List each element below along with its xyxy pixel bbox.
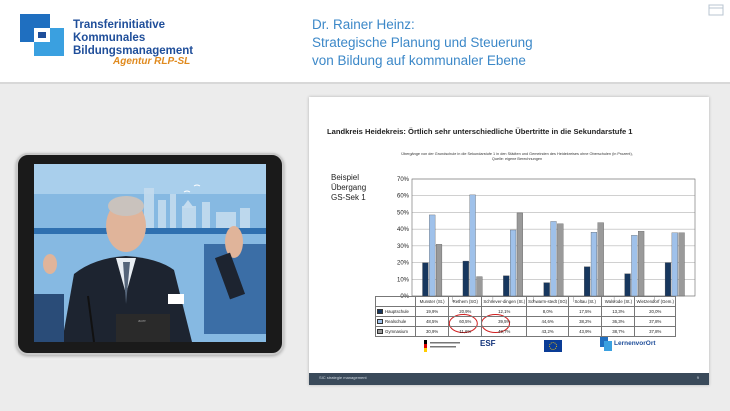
table-value-cell: 13,3% — [601, 306, 636, 317]
table-value-cell: 17,5% — [568, 306, 603, 317]
legend-swatch — [377, 329, 383, 335]
table-value-cell: 38,7% — [601, 326, 636, 337]
bar-realschule-0 — [429, 214, 436, 297]
table-category-cell: Schwarm-stedt (SG) — [526, 296, 570, 307]
table-value-cell: 30,9% — [414, 326, 450, 337]
talk-title-line-1: Dr. Rainer Heinz: — [312, 17, 415, 32]
table-series-cell: Realschule — [375, 316, 416, 327]
y-tick-label: 20% — [397, 261, 410, 267]
data-table: Munster (St.) Rethem (SG) Schnever-dingen … — [375, 296, 676, 337]
logo-line-1: Transferinitiative — [73, 19, 166, 31]
federal-ministry-logo-icon — [424, 340, 460, 352]
lernen-vor-ort-logo: LernenvorOrt — [614, 340, 656, 347]
y-tick-label: 30% — [397, 244, 410, 250]
table-value-cell: 49,7% — [481, 326, 528, 337]
footer-page-number: 9 — [696, 375, 699, 380]
bar-hauptschule-4 — [584, 266, 591, 297]
table-category-cell: Walsrode (St.) — [601, 296, 636, 307]
bar-hauptschule-2 — [503, 275, 510, 297]
table-value-cell: 60,5% — [448, 316, 483, 327]
bar-gymnasium-1 — [476, 276, 483, 297]
video-tablet-frame: acer — [16, 153, 284, 355]
table-value-cell: 11,6% — [448, 326, 483, 337]
presentation-slide: Landkreis Heidekreis: Örtlich sehr unter… — [309, 97, 709, 385]
table-series-cell: Gymnasium — [375, 326, 416, 337]
lernen-vor-ort-logo-icon — [600, 337, 612, 351]
y-tick-label: 60% — [397, 194, 410, 200]
table-value-cell: 19,9% — [414, 306, 450, 317]
bar-gymnasium-2 — [516, 212, 523, 297]
y-tick-label: 40% — [397, 227, 410, 233]
funding-logos: ESF LernenvorOrt — [424, 337, 694, 357]
table-category-cell: Wietzendorf (Gem.) — [634, 296, 676, 307]
bar-gymnasium-6 — [678, 232, 685, 297]
table-value-cell: 48,5% — [414, 316, 450, 327]
logo-line-2: Kommunales — [73, 32, 146, 44]
talk-title: Dr. Rainer Heinz: Strategische Planung u… — [312, 16, 533, 70]
table-row: Hauptschule 19,9% 20,9% 12,1% 8,0% 17,5% 13,3%… — [375, 306, 676, 317]
bar-gymnasium-3 — [557, 223, 564, 297]
bar-realschule-3 — [550, 221, 557, 297]
legend-swatch — [377, 309, 383, 315]
bar-hauptschule-3 — [543, 282, 550, 297]
table-value-cell: 38,2% — [568, 316, 603, 327]
bar-gymnasium-5 — [638, 231, 645, 297]
talk-title-line-3: von Bildung auf kommunaler Ebene — [312, 53, 526, 68]
table-value-cell: 44,6% — [526, 316, 570, 327]
table-value-cell: 39,5% — [481, 316, 528, 327]
esf-logo: ESF — [480, 339, 496, 348]
table-row: Gymnasium 30,9% 11,6% 49,7% 43,2% 43,9% 38,7% 3… — [375, 326, 676, 337]
legend-label: Realschule — [385, 318, 407, 324]
window-icon — [708, 4, 724, 16]
eu-flag-icon — [544, 340, 562, 352]
header-bar: Transferinitiative Kommunales Bildungsma… — [0, 0, 730, 82]
table-value-cell: 12,1% — [481, 306, 528, 317]
legend-swatch — [377, 319, 383, 325]
bar-gymnasium-0 — [435, 244, 443, 297]
agency-label: Agentur RLP-SL — [113, 56, 191, 67]
table-value-cell: 20,9% — [448, 306, 483, 317]
bar-realschule-2 — [510, 229, 517, 297]
table-header-row: Munster (St.) Rethem (SG) Schnever-dingen … — [375, 296, 676, 307]
table-value-cell: 37,8% — [634, 316, 676, 327]
speaker-video[interactable]: acer — [34, 164, 266, 342]
bar-hauptschule-1 — [462, 260, 469, 297]
table-value-cell: 20,0% — [634, 306, 676, 317]
bar-realschule-1 — [469, 194, 476, 297]
bar-realschule-5 — [631, 235, 638, 297]
table-value-cell: 37,8% — [634, 326, 676, 337]
speaker-image: acer — [34, 164, 266, 342]
table-value-cell: 43,9% — [568, 326, 603, 337]
table-category-cell: Soltau (St.) — [568, 296, 603, 307]
bar-realschule-6 — [671, 232, 678, 297]
table-row: Realschule 48,5% 60,5% 39,5% 44,6% 38,2% 36,3%… — [375, 316, 676, 327]
legend-label: Hauptschule — [385, 308, 409, 314]
bar-realschule-4 — [590, 232, 597, 297]
table-value-cell: 8,0% — [526, 306, 570, 317]
talk-title-line-2: Strategische Planung und Steuerung — [312, 35, 533, 50]
y-tick-label: 10% — [397, 277, 410, 283]
table-category-cell: Rethem (SG) — [448, 296, 483, 307]
table-value-cell: 36,3% — [601, 316, 636, 327]
logo-squares-icon — [20, 14, 64, 56]
footer-text: SIC strategie management — [319, 375, 367, 380]
y-tick-label: 50% — [397, 210, 410, 216]
bar-hauptschule-0 — [422, 262, 429, 297]
logo-text: Transferinitiative Kommunales Bildungsma… — [73, 19, 273, 58]
slide-footer: SIC strategie management 9 — [309, 373, 709, 385]
bar-hauptschule-6 — [664, 262, 672, 297]
svg-text:acer: acer — [138, 318, 146, 323]
bar-gymnasium-4 — [597, 222, 604, 297]
legend-label: Gymnasium — [385, 328, 408, 334]
header-divider — [0, 82, 730, 84]
table-value-cell: 43,2% — [526, 326, 570, 337]
table-category-cell: Munster (St.) — [414, 296, 450, 307]
bar-hauptschule-5 — [624, 273, 631, 297]
table-corner-cell — [375, 296, 416, 307]
table-series-cell: Hauptschule — [375, 306, 416, 317]
y-tick-label: 70% — [397, 177, 410, 183]
table-category-cell: Schnever-dingen (St.) — [481, 296, 528, 307]
